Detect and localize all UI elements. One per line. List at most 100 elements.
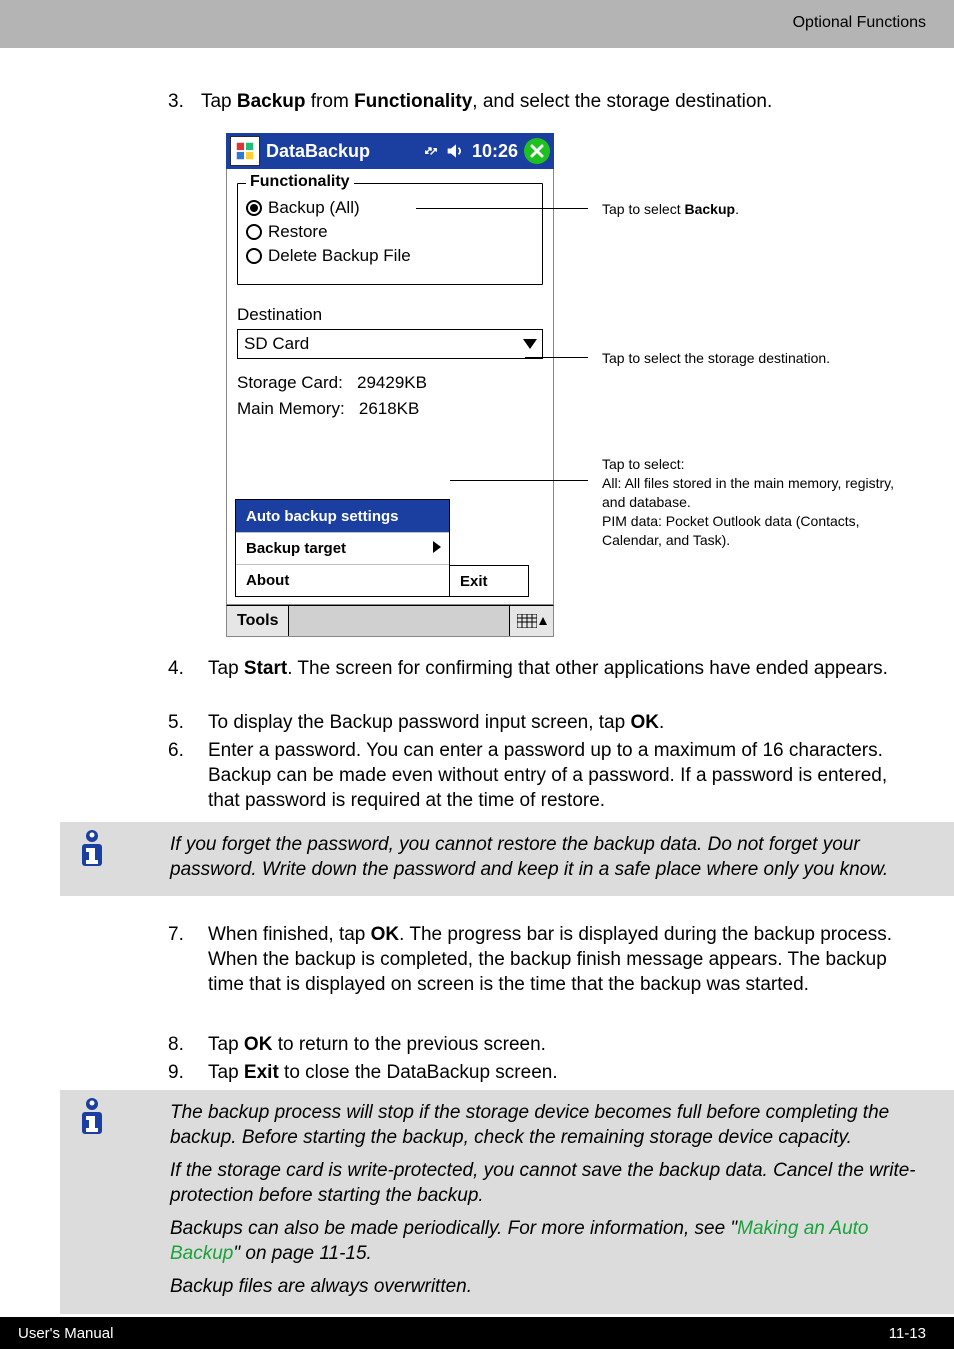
step-3-post: , and select the storage destination. [472,91,772,112]
storage-card-value: 29429KB [357,373,427,392]
step-5-b: OK [630,712,659,733]
destination-select[interactable]: SD Card [237,329,543,359]
step-4-b: Start [244,658,287,679]
step-4-pre: Tap [208,658,244,679]
step-5-num: 5. [168,710,196,735]
radio-restore[interactable]: Restore [246,222,534,242]
tools-button[interactable]: Tools [227,606,289,636]
note-1-text: If you forget the password, you cannot r… [60,822,954,896]
callout-line-3 [450,480,588,481]
callout-1-pre: Tap to select [602,201,685,217]
note-2: The backup process will stop if the stor… [60,1090,954,1314]
callout-1: Tap to select Backup. [602,200,739,219]
note-2-p3: Backups can also be made periodically. F… [170,1216,924,1266]
step-8-pre: Tap [208,1034,244,1055]
step-3-num: 3. [168,91,196,113]
note-1-p: If you forget the password, you cannot r… [170,832,924,882]
step-7-num: 7. [168,922,196,947]
title-text: DataBackup [266,141,370,162]
note-2-p3a: Backups can also be made periodically. F… [170,1218,737,1239]
step-6-num: 6. [168,738,196,763]
step-5: 5. To display the Backup password input … [168,710,924,735]
start-icon[interactable] [230,136,260,166]
step-3: 3. Tap Backup from Functionality, and se… [168,91,772,113]
menu-auto-backup[interactable]: Auto backup settings [236,500,449,532]
callout-2: Tap to select the storage destination. [602,349,830,368]
storage-card-row: Storage Card: 29429KB [237,373,543,393]
radio-restore-label: Restore [268,222,328,242]
step-3-text: Tap Backup from Functionality, and selec… [201,91,772,112]
submenu-arrow-icon [433,540,441,557]
destination-label: Destination [237,305,543,325]
status-area[interactable]: 10:26 [422,141,518,162]
submenu-exit[interactable]: Exit [449,565,529,597]
step-3-mid: from [306,91,355,112]
functionality-fieldset: Functionality Backup (All) Restore Delet… [237,183,543,285]
note-2-p1: The backup process will stop if the stor… [170,1100,924,1150]
callout-line-2 [525,357,588,358]
info-icon [72,1096,112,1136]
callout-1-b: Backup [685,201,736,217]
functionality-legend: Functionality [246,173,354,191]
step-8-post: to return to the previous screen. [272,1034,546,1055]
tools-menu: Auto backup settings Backup target About [235,499,450,597]
volume-icon[interactable] [446,142,466,160]
header-section: Optional Functions [793,14,926,32]
note-2-text: The backup process will stop if the stor… [60,1090,954,1314]
step-4-post: . The screen for confirming that other a… [287,658,888,679]
destination-value: SD Card [244,334,309,354]
step-3-b2: Functionality [354,91,472,112]
step-5-post: . [659,712,664,733]
callout-1-post: . [735,201,739,217]
storage-card-label: Storage Card: [237,373,343,392]
step-7: 7. When finished, tap OK. The progress b… [168,922,924,997]
chevron-up-icon [539,617,547,625]
titlebar: DataBackup 10:26 [226,133,554,169]
info-icon [72,828,112,868]
step-9-post: to close the DataBackup screen. [279,1062,558,1083]
clock[interactable]: 10:26 [472,141,518,162]
step-8-num: 8. [168,1032,196,1057]
radio-icon[interactable] [246,200,262,216]
menu-about[interactable]: About [236,564,449,596]
step-9: 9. Tap Exit to close the DataBackup scre… [168,1060,924,1085]
callout-line-1 [416,208,588,209]
step-7-b: OK [371,924,400,945]
step-9-pre: Tap [208,1062,244,1083]
step-3-b1: Backup [237,91,306,112]
footer-bar: User's Manual 11-13 [0,1317,954,1349]
radio-icon[interactable] [246,248,262,264]
screenshot-bottombar: Tools [226,605,554,637]
keyboard-button[interactable] [509,606,553,636]
step-6-text: Enter a password. You can enter a passwo… [208,738,924,813]
step-5-pre: To display the Backup password input scr… [208,712,630,733]
close-icon[interactable] [524,138,550,164]
note-2-p2: If the storage card is write-protected, … [170,1158,924,1208]
connectivity-icon[interactable] [422,142,440,160]
note-2-p4: Backup files are always overwritten. [170,1274,924,1299]
step-6: 6. Enter a password. You can enter a pas… [168,738,924,813]
menu-backup-target[interactable]: Backup target [236,532,449,564]
note-1: If you forget the password, you cannot r… [60,822,954,896]
main-memory-label: Main Memory: [237,399,345,418]
step-8: 8. Tap OK to return to the previous scre… [168,1032,924,1057]
callout-3: Tap to select: All: All files stored in … [602,455,912,549]
keyboard-icon [517,614,537,628]
menu-backup-target-label: Backup target [246,540,346,557]
step-7-pre: When finished, tap [208,924,371,945]
note-2-p3b: " on page 11-15. [233,1243,371,1264]
step-3-pre: Tap [201,91,237,112]
step-8-b: OK [244,1034,273,1055]
step-4-num: 4. [168,656,196,681]
main-memory-value: 2618KB [359,399,420,418]
radio-backup-label: Backup (All) [268,198,360,218]
step-9-b: Exit [244,1062,279,1083]
main-memory-row: Main Memory: 2618KB [237,399,543,419]
radio-delete[interactable]: Delete Backup File [246,246,534,266]
radio-icon[interactable] [246,224,262,240]
footer-right: 11-13 [889,1325,926,1342]
radio-delete-label: Delete Backup File [268,246,411,266]
step-9-num: 9. [168,1060,196,1085]
dropdown-arrow-icon[interactable] [517,329,543,359]
step-4: 4. Tap Start. The screen for confirming … [168,656,924,681]
